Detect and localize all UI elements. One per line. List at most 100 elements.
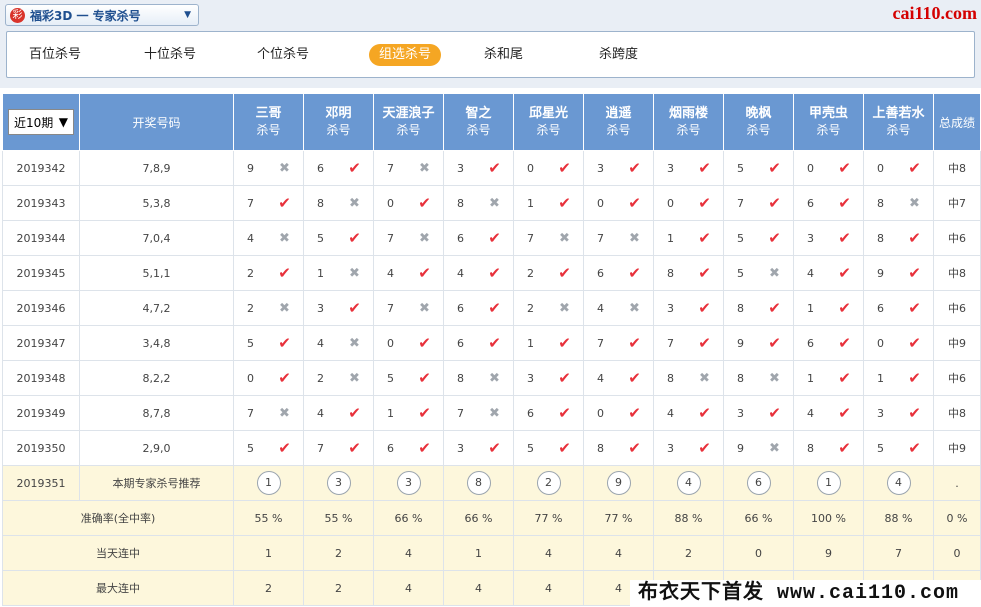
kill-cell-content: 6 ✔ xyxy=(515,404,583,422)
kill-number: 5 xyxy=(247,336,254,350)
stat-row: 准确率(全中率) 55 % 55 % 66 % 66 % 77 % 77 % 88 % 66 %… xyxy=(2,500,981,536)
kill-cell-content: 7 ✖ xyxy=(235,406,303,421)
kill-cell-content: 3 ✔ xyxy=(445,159,513,177)
kill-cell: 8 ✔ xyxy=(583,430,654,466)
kill-number: 3 xyxy=(457,441,464,455)
table-row: 2019343 5,3,8 7 ✔ 8 ✖ 0 ✔ 8 ✖ 1 ✔ 0 ✔ 0 ✔ 7 ✔ 6 ✔ 8 ✖ 中7 xyxy=(2,185,981,221)
kill-cell: 8 ✔ xyxy=(653,255,724,291)
check-icon: ✔ xyxy=(558,369,571,387)
total-column-header: 总成绩 xyxy=(933,93,981,151)
kill-cell: 4 ✖ xyxy=(303,325,374,361)
expert-name: 邓明 xyxy=(325,106,352,121)
kill-number: 0 xyxy=(247,371,254,385)
kill-cell: 5 ✔ xyxy=(723,150,794,186)
check-icon: ✔ xyxy=(768,159,781,177)
tab-units[interactable]: 个位杀号 xyxy=(247,44,319,66)
kill-number: 8 xyxy=(807,441,814,455)
kill-number: 4 xyxy=(807,406,814,420)
recommend-cell: 4 xyxy=(653,465,724,501)
kill-cell-content: 8 ✖ xyxy=(725,371,793,386)
kill-cell: 8 ✖ xyxy=(653,360,724,396)
kill-cell-content: 3 ✔ xyxy=(865,404,933,422)
expert-sub-label: 杀号 xyxy=(466,123,491,137)
tab-sum-tail[interactable]: 杀和尾 xyxy=(474,44,533,66)
kill-cell: 8 ✔ xyxy=(723,290,794,326)
kill-cell: 4 ✔ xyxy=(373,255,444,291)
kill-cell: 8 ✔ xyxy=(793,430,864,466)
kill-number: 5 xyxy=(527,441,534,455)
recommend-number-badge: 3 xyxy=(396,471,421,495)
issue-cell: 2019346 xyxy=(2,290,80,326)
check-icon: ✔ xyxy=(628,404,641,422)
kill-number: 8 xyxy=(457,196,464,210)
cross-icon: ✖ xyxy=(909,195,920,211)
period-select-value: 近10期 xyxy=(14,115,54,130)
kill-number: 1 xyxy=(807,371,814,385)
issue-cell: 2019345 xyxy=(2,255,80,291)
period-select[interactable]: 近10期 ▼ xyxy=(8,109,74,135)
check-icon: ✔ xyxy=(698,264,711,282)
stat-value-cell: 88 % xyxy=(863,500,934,536)
kill-cell-content: 1 ✔ xyxy=(865,369,933,387)
cross-icon: ✖ xyxy=(559,230,570,246)
kill-number: 3 xyxy=(597,161,604,175)
check-icon: ✔ xyxy=(698,439,711,457)
kill-cell: 0 ✔ xyxy=(583,185,654,221)
tab-span[interactable]: 杀跨度 xyxy=(589,44,648,66)
kill-cell: 4 ✔ xyxy=(303,395,374,431)
kill-cell: 5 ✔ xyxy=(233,430,304,466)
lottery-select-label: 福彩3D 一 专家杀号 xyxy=(30,8,141,23)
lottery-logo-icon: 彩 xyxy=(10,7,25,23)
kill-number: 4 xyxy=(807,266,814,280)
kill-number: 6 xyxy=(457,231,464,245)
tab-group[interactable]: 组选杀号 xyxy=(369,44,442,66)
stat-value-cell: 77 % xyxy=(583,500,654,536)
kill-cell: 0 ✔ xyxy=(863,325,934,361)
tab-hundreds[interactable]: 百位杀号 xyxy=(19,44,91,66)
cross-icon: ✖ xyxy=(279,160,290,176)
draw-number-cell: 7,0,4 xyxy=(79,220,234,256)
kill-cell: 6 ✔ xyxy=(443,325,514,361)
kill-cell-content: 6 ✔ xyxy=(795,194,863,212)
cross-icon: ✖ xyxy=(629,230,640,246)
tab-tens[interactable]: 十位杀号 xyxy=(134,44,206,66)
kill-cell-content: 5 ✔ xyxy=(235,439,303,457)
kill-cell-content: 4 ✔ xyxy=(795,404,863,422)
kill-cell: 5 ✔ xyxy=(723,220,794,256)
kill-cell-content: 8 ✔ xyxy=(655,264,723,282)
kill-cell: 0 ✔ xyxy=(513,150,584,186)
stat-value-cell: 77 % xyxy=(513,500,584,536)
kill-cell-content: 3 ✔ xyxy=(305,299,373,317)
stat-value-cell: 4 xyxy=(513,570,584,606)
kill-number: 7 xyxy=(527,231,534,245)
expert-sub-label: 杀号 xyxy=(886,123,911,137)
check-icon: ✔ xyxy=(488,229,501,247)
kill-number: 3 xyxy=(527,371,534,385)
cross-icon: ✖ xyxy=(349,370,360,386)
kill-cell: 7 ✔ xyxy=(583,325,654,361)
kill-cell-content: 4 ✖ xyxy=(305,336,373,351)
check-icon: ✔ xyxy=(558,439,571,457)
table-row: 2019342 7,8,9 9 ✖ 6 ✔ 7 ✖ 3 ✔ 0 ✔ 3 ✔ 3 ✔ 5 ✔ 0 ✔ 0 ✔ 中8 xyxy=(2,150,981,186)
check-icon: ✔ xyxy=(558,334,571,352)
kill-cell: 3 ✔ xyxy=(723,395,794,431)
recommend-number-badge: 8 xyxy=(466,471,491,495)
check-icon: ✔ xyxy=(838,404,851,422)
kill-number: 7 xyxy=(387,301,394,315)
stat-value-cell: 66 % xyxy=(723,500,794,536)
kill-cell: 6 ✔ xyxy=(793,325,864,361)
kill-cell: 8 ✖ xyxy=(443,185,514,221)
lottery-select[interactable]: 彩 福彩3D 一 专家杀号 ▼ xyxy=(5,4,199,26)
recommend-cell: 2 xyxy=(513,465,584,501)
kill-number: 4 xyxy=(597,371,604,385)
stat-value-cell: 55 % xyxy=(303,500,374,536)
kill-number: 3 xyxy=(877,406,884,420)
kill-cell-content: 5 ✔ xyxy=(235,334,303,352)
kill-number: 1 xyxy=(807,301,814,315)
expert-sub-label: 杀号 xyxy=(606,123,631,137)
cross-icon: ✖ xyxy=(349,195,360,211)
kill-cell-content: 1 ✔ xyxy=(515,334,583,352)
kill-cell-content: 0 ✔ xyxy=(655,194,723,212)
kill-cell: 0 ✔ xyxy=(653,185,724,221)
kill-number: 7 xyxy=(387,161,394,175)
